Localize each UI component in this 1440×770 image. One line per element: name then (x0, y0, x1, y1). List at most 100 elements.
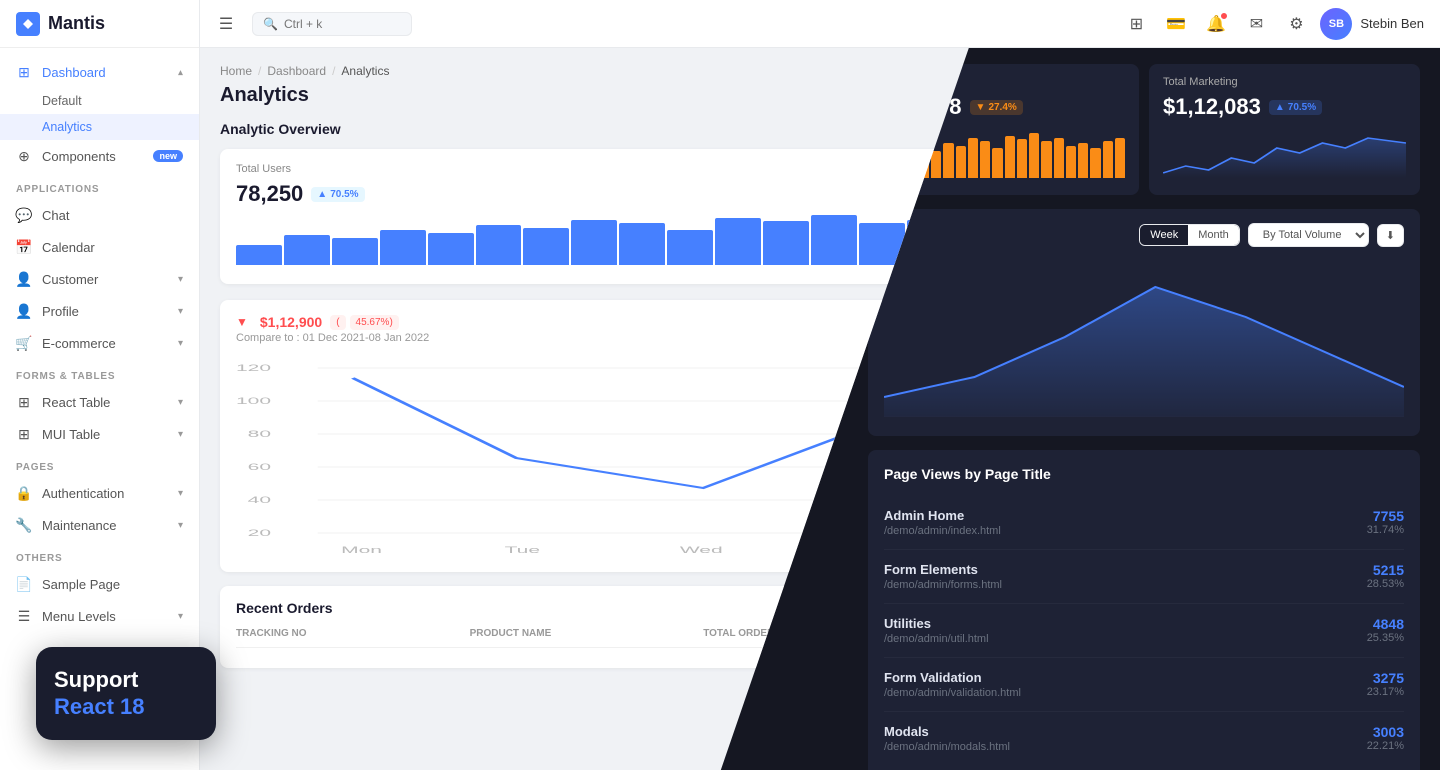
col-product: Product Name (470, 628, 704, 639)
sidebar-item-mui-table[interactable]: ⊞ MUI Table ▾ (0, 418, 199, 450)
search-input[interactable] (284, 17, 374, 31)
topbar-right: ⊞ 💳 🔔 ✉ ⚙ SB Stebin Ben (1120, 8, 1424, 40)
sidebar-item-customer[interactable]: 👤 Customer ▾ (0, 263, 199, 295)
page-view-title: Form Validation (884, 670, 1021, 685)
page-view-url: /demo/admin/modals.html (884, 741, 1010, 753)
profile-icon: 👤 (16, 303, 32, 319)
search-icon: 🔍 (263, 17, 278, 31)
calendar-label: Calendar (42, 240, 95, 255)
wallet-button[interactable]: 💳 (1160, 8, 1192, 40)
svg-text:40: 40 (248, 495, 271, 505)
sidebar-item-menu-levels[interactable]: ☰ Menu Levels ▾ (0, 600, 199, 632)
menu-icon: ☰ (16, 608, 32, 624)
page-view-pct: 23.17% (1367, 686, 1404, 698)
sidebar-item-sample[interactable]: 📄 Sample Page (0, 568, 199, 600)
section-forms: Forms & Tables (0, 359, 199, 386)
page-view-title: Modals (884, 724, 1010, 739)
breadcrumb-home[interactable]: Home (220, 64, 252, 78)
page-view-num: 3275 (1367, 670, 1404, 686)
sidebar-item-default[interactable]: Default (0, 88, 199, 114)
maintenance-icon: 🔧 (16, 517, 32, 533)
page-view-item: Admin Home /demo/admin/index.html 7755 3… (884, 496, 1404, 550)
section-applications: Applications (0, 172, 199, 199)
marketing-label: Total Marketing (1163, 76, 1406, 88)
page-view-url: /demo/admin/validation.html (884, 687, 1021, 699)
sidebar-item-authentication[interactable]: 🔒 Authentication ▾ (0, 477, 199, 509)
week-button[interactable]: Week (1140, 225, 1188, 245)
dashboard-chevron: ▾ (178, 67, 183, 78)
page-view-title: Utilities (884, 616, 989, 631)
chat-label: Chat (42, 208, 69, 223)
download-button[interactable]: ⬇ (1377, 224, 1404, 247)
customer-label: Customer (42, 272, 98, 287)
sidebar-item-dashboard[interactable]: ⊞ Dashboard ▾ (0, 56, 199, 88)
split-container: Total Sales $35,078 ▼ 27.4% Total Market… (200, 48, 1440, 770)
section-pages: Pages (0, 450, 199, 477)
sidebar-item-maintenance[interactable]: 🔧 Maintenance ▾ (0, 509, 199, 541)
mui-table-icon: ⊞ (16, 426, 32, 442)
dark-stat-card-marketing: Total Marketing $1,12,083 ▲ 70.5% (1149, 64, 1420, 195)
page-view-num: 4848 (1367, 616, 1404, 632)
app-name: Mantis (48, 13, 105, 34)
customer-chevron: ▾ (178, 274, 183, 285)
menu-toggle-button[interactable]: ☰ (212, 10, 240, 38)
volume-select[interactable]: By Total Volume (1248, 223, 1369, 247)
income-compare: Compare to : 01 Dec 2021-08 Jan 2022 (236, 332, 429, 344)
components-icon: ⊕ (16, 148, 32, 164)
page-view-url: /demo/admin/util.html (884, 633, 989, 645)
page-views-section: Page Views by Page Title Admin Home /dem… (868, 450, 1420, 770)
breadcrumb-dashboard[interactable]: Dashboard (267, 64, 326, 78)
sidebar-item-components[interactable]: ⊕ Components new (0, 140, 199, 172)
section-others: Others (0, 541, 199, 568)
sidebar-item-calendar[interactable]: 📅 Calendar (0, 231, 199, 263)
sidebar-item-analytics[interactable]: Analytics (0, 114, 199, 140)
menu-levels-chevron: ▾ (178, 611, 183, 622)
search-box: 🔍 (252, 12, 412, 36)
svg-text:80: 80 (248, 429, 271, 439)
react-table-chevron: ▾ (178, 397, 183, 408)
auth-icon: 🔒 (16, 485, 32, 501)
marketing-badge-val: 70.5% (1288, 102, 1316, 113)
components-label: Components (42, 149, 116, 164)
sidebar-item-react-table[interactable]: ⊞ React Table ▾ (0, 386, 199, 418)
mui-table-label: MUI Table (42, 427, 100, 442)
sidebar-item-ecommerce[interactable]: 🛒 E-commerce ▾ (0, 327, 199, 359)
components-badge: new (153, 150, 183, 162)
avatar: SB (1320, 8, 1352, 40)
chat-icon: 💬 (16, 207, 32, 223)
auth-chevron: ▾ (178, 488, 183, 499)
support-line2: React 18 (54, 694, 198, 720)
breadcrumb-sep-2: / (332, 64, 335, 78)
page-view-url: /demo/admin/index.html (884, 525, 1001, 537)
support-line1: Support (54, 667, 198, 693)
page-views-list: Admin Home /demo/admin/index.html 7755 3… (884, 496, 1404, 765)
sample-icon: 📄 (16, 576, 32, 592)
page-view-pct: 25.35% (1367, 632, 1404, 644)
page-view-num: 5215 (1367, 562, 1404, 578)
col-tracking: Tracking No (236, 628, 470, 639)
month-button[interactable]: Month (1188, 225, 1239, 245)
mail-button[interactable]: ✉ (1240, 8, 1272, 40)
calendar-icon: 📅 (16, 239, 32, 255)
sidebar-item-chat[interactable]: 💬 Chat (0, 199, 199, 231)
page-view-item: Modals /demo/admin/modals.html 3003 22.2… (884, 712, 1404, 765)
svg-text:20: 20 (248, 528, 271, 538)
apps-button[interactable]: ⊞ (1120, 8, 1152, 40)
page-view-num: 7755 (1367, 508, 1404, 524)
auth-label: Authentication (42, 486, 124, 501)
customer-icon: 👤 (16, 271, 32, 287)
page-view-item: Utilities /demo/admin/util.html 4848 25.… (884, 604, 1404, 658)
marketing-value: $1,12,083 (1163, 94, 1261, 120)
support-popup: Support React 18 (36, 647, 216, 740)
notification-button[interactable]: 🔔 (1200, 8, 1232, 40)
settings-button[interactable]: ⚙ (1280, 8, 1312, 40)
svg-text:100: 100 (236, 396, 271, 406)
income-value: $1,12,900 (260, 314, 322, 330)
topbar-left: ☰ 🔍 (212, 10, 412, 38)
sales-badge: ▼ 27.4% (970, 100, 1023, 115)
menu-levels-label: Menu Levels (42, 609, 116, 624)
marketing-chart (1163, 128, 1406, 178)
svg-text:120: 120 (236, 363, 271, 373)
sidebar-item-profile[interactable]: 👤 Profile ▾ (0, 295, 199, 327)
maintenance-label: Maintenance (42, 518, 116, 533)
